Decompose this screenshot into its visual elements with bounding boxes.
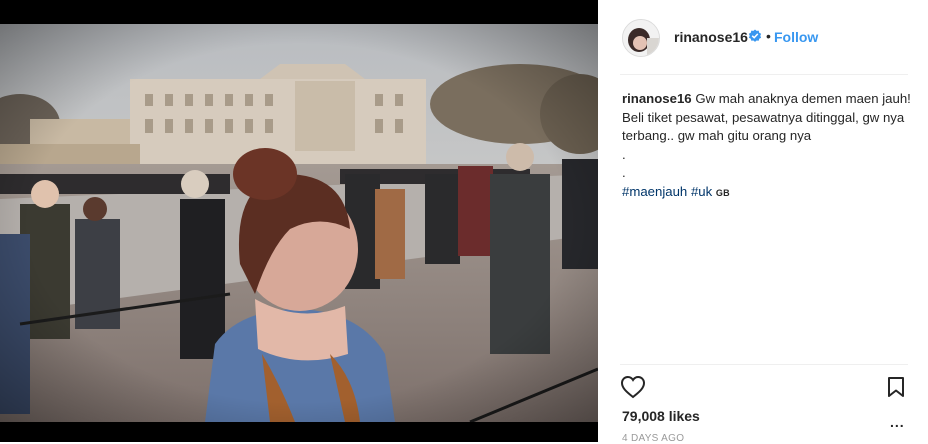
- hashtag-link[interactable]: #uk: [691, 184, 712, 199]
- caption-dot-line: .: [622, 165, 626, 180]
- post-photo[interactable]: [0, 24, 598, 422]
- heart-icon[interactable]: [620, 375, 646, 399]
- bookmark-icon[interactable]: [886, 376, 906, 398]
- caption-dot-line: .: [622, 146, 626, 162]
- follow-button[interactable]: Follow: [774, 29, 818, 45]
- username[interactable]: rinanose16: [674, 29, 748, 45]
- caption-username[interactable]: rinanose16: [622, 91, 692, 106]
- actions-divider: [620, 364, 908, 365]
- post-sidebar: rinanose16 • Follow rinanose16 Gw mah an…: [598, 0, 928, 444]
- likes-count[interactable]: 79,008 likes: [622, 408, 700, 424]
- header-divider: [620, 74, 908, 75]
- location-code: GB: [715, 187, 730, 198]
- header-separator: •: [766, 28, 771, 44]
- hashtag-link[interactable]: #maenjauh: [622, 184, 687, 199]
- post-timestamp: 4 DAYS AGO: [622, 433, 685, 444]
- avatar-image: [623, 20, 659, 56]
- verified-badge-icon: [748, 29, 762, 42]
- post-media-pane: [0, 0, 598, 442]
- avatar[interactable]: [622, 19, 660, 57]
- post-caption: rinanose16 Gw mah anaknya demen maen jau…: [622, 90, 912, 202]
- post-header: rinanose16 • Follow: [598, 0, 928, 74]
- more-options-icon[interactable]: ...: [890, 414, 905, 430]
